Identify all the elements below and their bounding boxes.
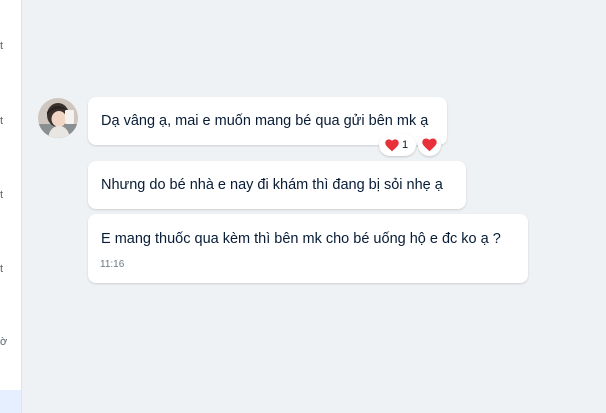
message-text: Nhưng do bé nhà e nay đi khám thì đang b…	[101, 177, 443, 193]
reaction-count: 1	[402, 139, 409, 151]
message-text: Dạ vâng ạ, mai e muốn mang bé qua gửi bê…	[101, 113, 429, 129]
message-text: E mang thuốc qua kèm thì bên mk cho bé u…	[101, 231, 501, 247]
message-timestamp: 11:16	[100, 259, 125, 270]
message-bubble[interactable]: E mang thuốc qua kèm thì bên mk cho bé u…	[88, 214, 528, 283]
message-bubble[interactable]: Nhưng do bé nhà e nay đi khám thì đang b…	[88, 161, 466, 209]
heart-icon	[422, 138, 437, 152]
avatar[interactable]	[38, 98, 78, 138]
react-heart-button[interactable]	[418, 134, 441, 156]
conversation-list-edge: t t t t ờ	[0, 0, 22, 413]
active-conversation-highlight[interactable]	[0, 390, 21, 413]
reaction-summary[interactable]: 1	[379, 134, 416, 156]
conversation-preview-fragment[interactable]: t	[0, 263, 3, 275]
heart-icon	[385, 138, 399, 152]
conversation-preview-fragment[interactable]: t	[0, 40, 3, 52]
avatar-photo	[38, 98, 78, 138]
conversation-preview-fragment[interactable]: t	[0, 115, 3, 127]
conversation-preview-fragment[interactable]: ờ	[0, 336, 7, 348]
conversation-preview-fragment[interactable]: t	[0, 189, 3, 201]
